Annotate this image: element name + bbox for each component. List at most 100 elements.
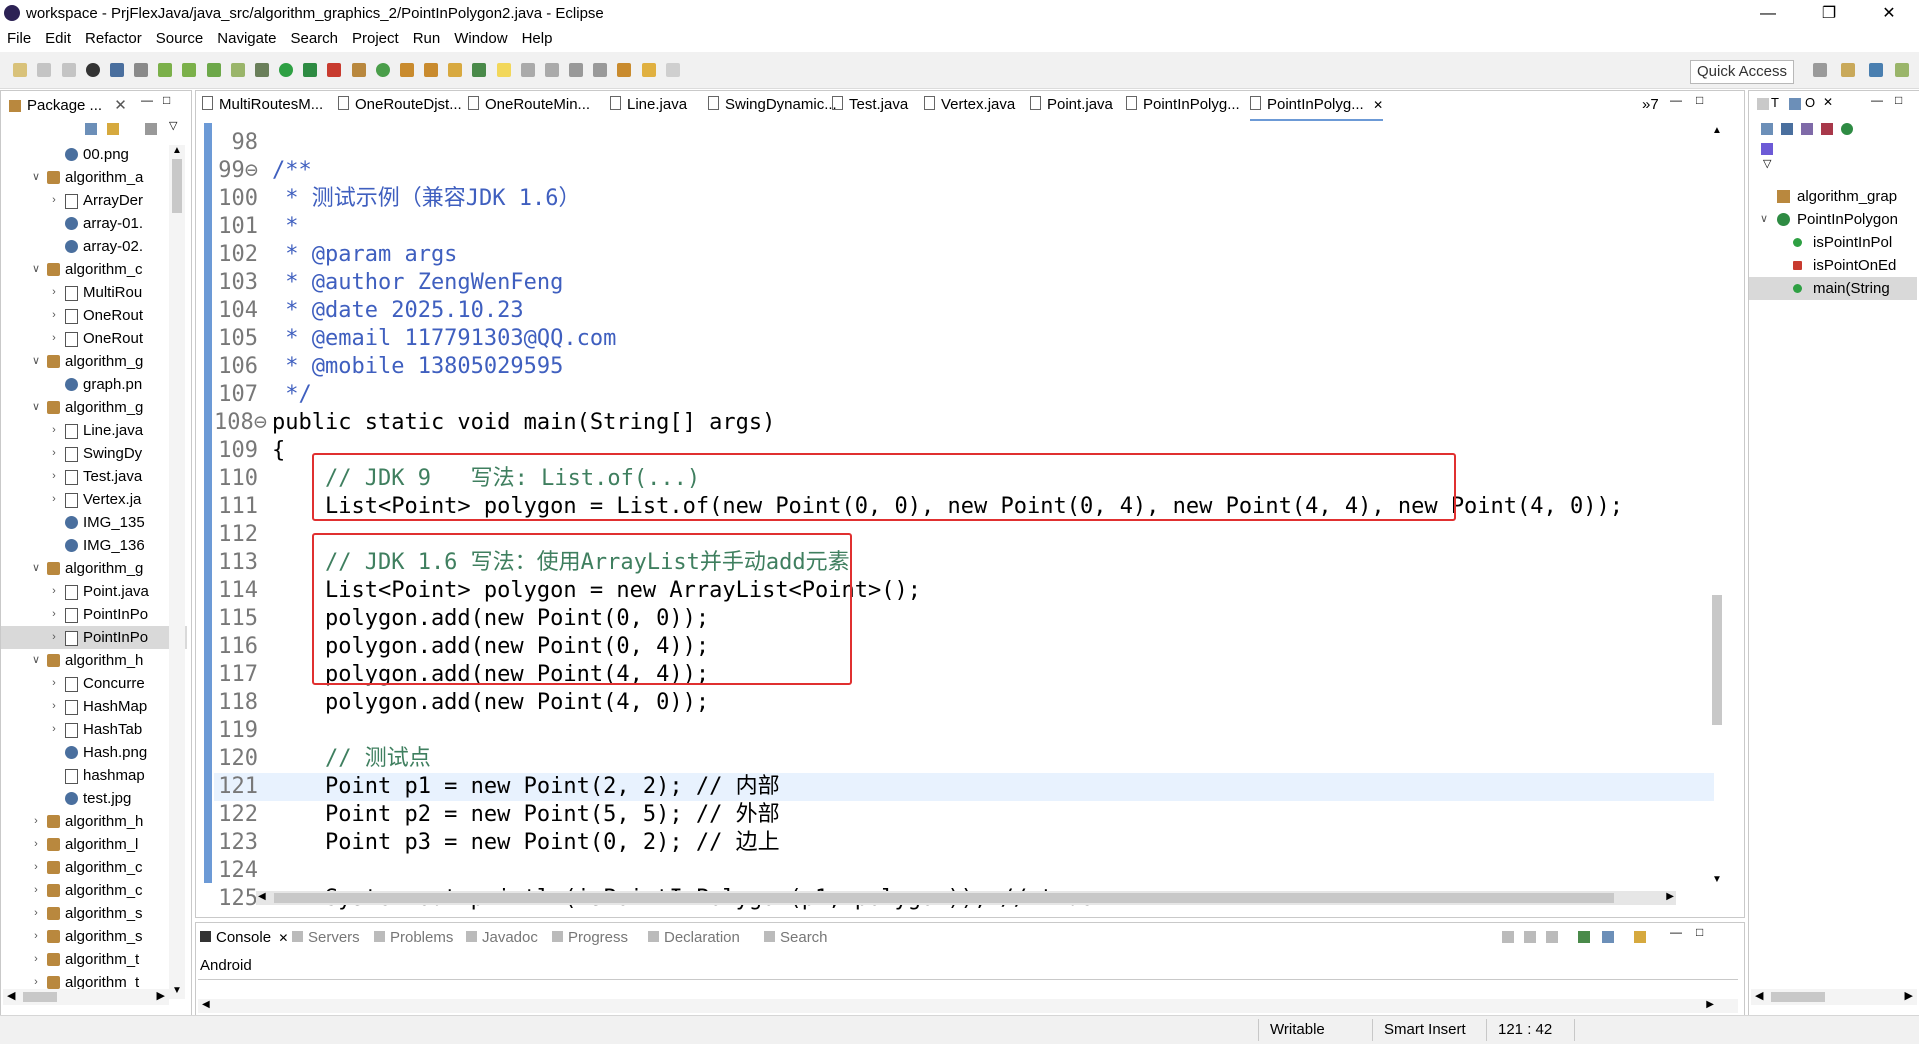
editor-tab[interactable]: Test.java xyxy=(832,91,908,119)
console-tab[interactable]: Servers xyxy=(292,925,360,951)
tree-item[interactable]: › HashTab xyxy=(1,718,187,741)
editor-tabs-overflow[interactable]: »7 xyxy=(1642,91,1659,119)
type-hierarchy-tab-icon[interactable] xyxy=(1757,98,1769,110)
chevron-right-icon[interactable]: › xyxy=(49,672,59,695)
new-java-package-icon[interactable] xyxy=(351,63,366,77)
console-tab[interactable]: Declaration xyxy=(648,925,740,951)
code-line[interactable]: 101 * xyxy=(214,213,1714,241)
new-java-class-icon[interactable] xyxy=(375,63,390,77)
outline-item[interactable]: isPointInPol xyxy=(1749,231,1917,254)
console-tab[interactable]: Search xyxy=(764,925,828,951)
package-explorer-tab[interactable]: Package ... ✕ xyxy=(7,93,127,119)
maximize-view-icon[interactable]: □ xyxy=(1895,93,1902,107)
editor-scroll-right-icon[interactable]: ▶ xyxy=(1666,891,1674,902)
collapse-all-icon[interactable] xyxy=(85,123,97,135)
word-wrap-icon[interactable] xyxy=(1546,931,1558,943)
editor-tab[interactable]: OneRouteMin... xyxy=(468,91,590,119)
outline-item[interactable]: ∨ PointInPolygon xyxy=(1749,208,1917,231)
scroll-left-icon[interactable]: ◀ xyxy=(1755,989,1763,1002)
scroll-up-icon[interactable]: ▲ xyxy=(169,145,185,159)
maximize-view-icon[interactable]: □ xyxy=(163,93,170,107)
open-perspective-icon[interactable] xyxy=(1813,63,1827,77)
chevron-right-icon[interactable]: › xyxy=(31,833,41,856)
editor-tab[interactable]: Point.java xyxy=(1030,91,1113,119)
code-line[interactable]: 100 * 测试示例（兼容JDK 1.6） xyxy=(214,185,1714,213)
editor-tab[interactable]: Line.java xyxy=(610,91,687,119)
external-tools-icon[interactable] xyxy=(327,63,342,77)
code-line[interactable]: 104 * @date 2025.10.23 xyxy=(214,297,1714,325)
chevron-right-icon[interactable]: › xyxy=(49,327,59,350)
hide-static-icon[interactable] xyxy=(1821,123,1833,135)
scroll-thumb-h[interactable] xyxy=(23,992,57,1002)
forward-icon[interactable] xyxy=(665,63,680,77)
scroll-left-icon[interactable]: ◀ xyxy=(7,989,15,1002)
outline-item[interactable]: algorithm_grap xyxy=(1749,185,1917,208)
tree-item[interactable]: › Vertex.ja xyxy=(1,488,187,511)
sort-icon[interactable] xyxy=(1781,123,1793,135)
chevron-right-icon[interactable]: › xyxy=(49,626,59,649)
close-icon[interactable]: ✕ xyxy=(114,97,127,114)
tree-item[interactable]: › MultiRou xyxy=(1,281,187,304)
pin-console-icon[interactable] xyxy=(1578,931,1590,943)
chevron-right-icon[interactable]: › xyxy=(49,189,59,212)
maximize-button[interactable]: ❐ xyxy=(1806,2,1852,26)
chevron-right-icon[interactable]: › xyxy=(49,281,59,304)
console-tab[interactable]: Problems xyxy=(374,925,453,951)
minimize-view-icon[interactable]: — xyxy=(141,93,153,107)
code-line[interactable]: 124 xyxy=(214,857,1714,885)
code-line[interactable]: 107 */ xyxy=(214,381,1714,409)
view-menu-icon[interactable] xyxy=(145,123,157,135)
open-task-icon[interactable] xyxy=(424,63,439,77)
scroll-thumb[interactable] xyxy=(172,159,182,213)
highlight-icon[interactable] xyxy=(496,63,511,77)
code-line[interactable]: 119 xyxy=(214,717,1714,745)
minimize-button[interactable]: — xyxy=(1745,2,1791,26)
console-tab[interactable]: Console ✕ xyxy=(200,925,288,951)
quick-access-field[interactable]: Quick Access xyxy=(1690,60,1794,84)
chevron-right-icon[interactable]: › xyxy=(49,488,59,511)
menu-project[interactable]: Project xyxy=(345,28,406,47)
tree-item[interactable]: › algorithm_h xyxy=(1,810,187,833)
code-area[interactable]: 98 99⊖/** 100 * 测试示例（兼容JDK 1.6） 101 * 102 * … xyxy=(214,129,1714,913)
chevron-right-icon[interactable]: › xyxy=(49,603,59,626)
code-line[interactable]: 102 * @param args xyxy=(214,241,1714,269)
tree-item[interactable]: array-01. xyxy=(1,212,187,235)
editor-scroll-left-icon[interactable]: ◀ xyxy=(258,891,266,902)
tree-item[interactable]: › algorithm_t xyxy=(1,948,187,971)
editor-hscrollbar[interactable]: ◀ ▶ xyxy=(256,891,1676,905)
tree-item[interactable]: IMG_135 xyxy=(1,511,187,534)
editor-scroll-thumb[interactable] xyxy=(1712,595,1722,725)
link-with-editor-icon[interactable] xyxy=(107,123,119,135)
chevron-right-icon[interactable]: › xyxy=(31,879,41,902)
chevron-down-icon[interactable]: ∨ xyxy=(31,649,41,672)
chevron-right-icon[interactable]: › xyxy=(49,718,59,741)
code-line[interactable]: 98 xyxy=(214,129,1714,157)
code-line[interactable]: 99⊖ /** xyxy=(214,157,1714,185)
chevron-right-icon[interactable]: › xyxy=(49,695,59,718)
chevron-down-icon[interactable]: ∨ xyxy=(1759,208,1769,231)
editor-tab[interactable]: SwingDynamic... xyxy=(708,91,837,119)
close-icon[interactable]: ✕ xyxy=(1370,98,1383,112)
close-icon[interactable]: ✕ xyxy=(1823,95,1833,109)
editor-tab[interactable]: MultiRoutesM... xyxy=(202,91,323,119)
collapse-all-icon[interactable] xyxy=(1761,123,1773,135)
menu-edit[interactable]: Edit xyxy=(38,28,78,47)
skip-breakpoints-icon[interactable] xyxy=(134,63,149,77)
tree-item[interactable]: › SwingDy xyxy=(1,442,187,465)
chevron-down-icon[interactable]: ∨ xyxy=(31,350,41,373)
display-console-icon[interactable] xyxy=(1602,931,1614,943)
minimize-view-icon[interactable]: — xyxy=(1871,93,1883,107)
editor-scroll-up-icon[interactable]: ▲ xyxy=(1710,125,1724,139)
tree-item[interactable]: › algorithm_s xyxy=(1,925,187,948)
back-icon[interactable] xyxy=(641,63,656,77)
tree-item[interactable]: › PointInPo xyxy=(1,626,187,649)
console-tab[interactable]: Progress xyxy=(552,925,628,951)
tree-item[interactable]: › ArrayDer xyxy=(1,189,187,212)
previous-annotation-icon[interactable] xyxy=(593,63,608,77)
toggle-mark-occurrences-icon[interactable] xyxy=(472,63,487,77)
tree-item[interactable]: › Test.java xyxy=(1,465,187,488)
tree-item[interactable]: › OneRout xyxy=(1,327,187,350)
outline-item[interactable]: main(String xyxy=(1749,277,1917,300)
menu-window[interactable]: Window xyxy=(447,28,514,47)
tree-item[interactable]: ∨ algorithm_g xyxy=(1,350,187,373)
